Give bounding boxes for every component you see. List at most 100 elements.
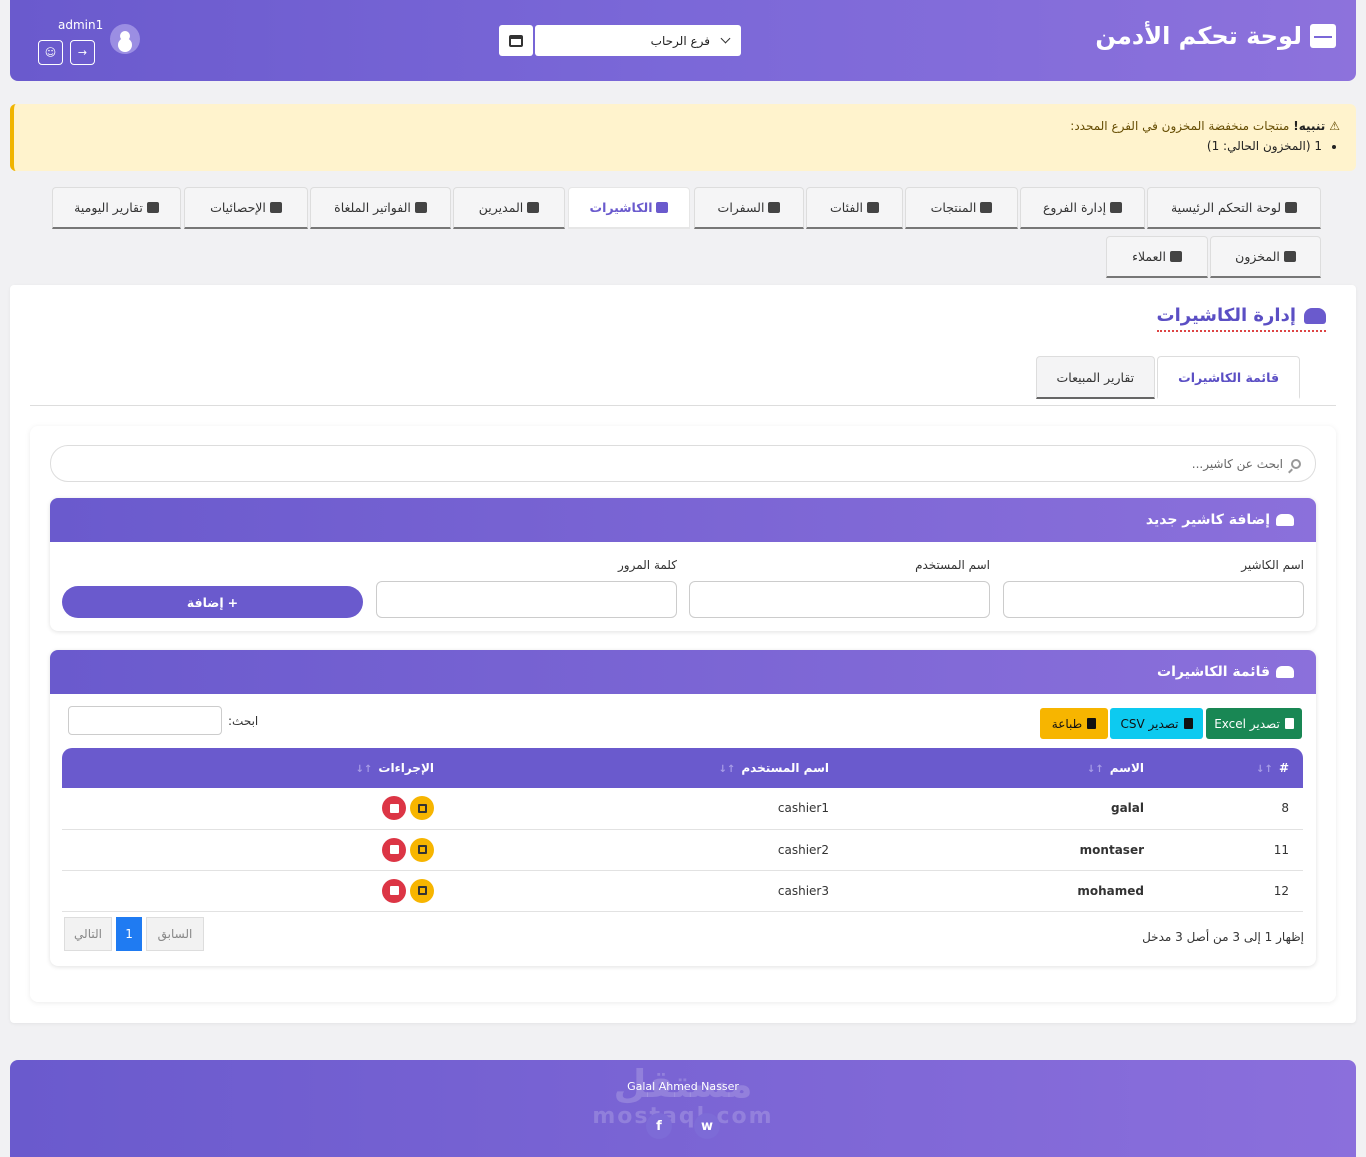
export-csv-button[interactable]: تصدير CSV [1110,708,1203,739]
tags-icon [866,202,879,213]
sub-tabs: قائمة الكاشيرات تقارير المبيعات [1035,356,1300,399]
store-button[interactable] [499,25,533,56]
col-label: الاسم [1109,761,1144,775]
col-username[interactable]: اسم المستخدم ↑↓ [448,748,843,788]
trash-icon [389,886,399,895]
profile-button[interactable]: ☺ [38,40,63,65]
alert-title: تنبيه! [1293,119,1326,133]
sort-icon: ↑↓ [1086,764,1104,775]
print-button[interactable]: طباعة [1040,708,1108,739]
add-button[interactable]: + إضافة [62,586,363,618]
file-icon [146,202,159,213]
sort-icon: ↑↓ [1256,764,1273,775]
whatsapp-icon[interactable]: w [694,1113,720,1139]
edit-button[interactable] [410,878,434,903]
tab-label: الكاشيرات [589,200,653,215]
username-field[interactable] [689,581,990,618]
edit-button[interactable] [410,837,434,862]
col-label: # [1278,761,1289,775]
col-id[interactable]: # ↑↓ [1158,748,1303,788]
col-name[interactable]: الاسم ↑↓ [843,748,1158,788]
footer-author: Galal Ahmed Nasser [627,1080,739,1093]
cashier-list-title: قائمة الكاشيرات [1157,664,1270,680]
cell-id: 11 [1273,842,1289,857]
top-header: لوحة تحكم الأدمن فرع الرحاب admin1 → ☺ [10,0,1356,81]
branch-select[interactable]: فرع الرحاب [535,25,741,56]
trash-icon [414,202,427,213]
tab-label: الفواتير الملغاة [334,200,411,215]
subtab-sales-reports[interactable]: تقارير المبيعات [1035,356,1156,399]
pagination: السابق 1 التالي [64,917,204,951]
password-field[interactable] [376,581,677,618]
print-label: طباعة [1051,716,1083,731]
username-label: اسم المستخدم [915,558,990,572]
cell-name: montaser [1079,842,1144,857]
alert-heading: ⚠ تنبيه! منتجات منخفضة المخزون في الفرع … [30,119,1340,133]
tab-cashiers[interactable]: الكاشيرات [568,187,690,229]
next-page-button[interactable]: التالي [64,917,112,951]
subtab-cashier-list[interactable]: قائمة الكاشيرات [1157,356,1300,399]
tab-cancelled-invoices[interactable]: الفواتير الملغاة [310,187,451,229]
tab-label: إدارة الفروع [1042,200,1107,215]
alert-list: 1 (المخزون الحالي: 1) [30,139,1322,153]
tab-dashboard[interactable]: لوحة التحكم الرئيسية [1147,187,1321,229]
tab-statistics[interactable]: الإحصائيات [184,187,308,229]
low-stock-alert: ⚠ تنبيه! منتجات منخفضة المخزون في الفرع … [10,104,1356,171]
watermark-sub: mostaql.com [592,1104,774,1129]
table-search-input[interactable] [68,706,222,735]
name-field[interactable] [1003,581,1304,618]
edit-icon [417,845,427,854]
tab-inventory[interactable]: المخزون [1210,236,1321,278]
chart-pie-icon [269,202,282,213]
logout-button[interactable]: → [70,40,95,65]
table-search-label: ابحث: [228,714,259,728]
chart-line-icon [1285,202,1298,213]
sort-icon: ↑↓ [355,764,373,775]
prev-page-button[interactable]: السابق [146,917,204,951]
cell-username: cashier3 [777,883,829,898]
facebook-icon[interactable]: f [646,1113,672,1139]
password-label: كلمة المرور [617,558,677,572]
tab-customers[interactable]: العملاء [1106,236,1208,278]
cell-id: 12 [1273,883,1289,898]
pagination-info: إظهار 1 إلى 3 من أصل 3 مدخل [1142,930,1304,944]
sort-icon: ↑↓ [718,764,736,775]
users-icon [1304,307,1326,324]
app-title: لوحة تحكم الأدمن [1095,22,1302,50]
tab-categories[interactable]: الفئات [806,187,903,229]
export-excel-button[interactable]: تصدير Excel [1206,708,1302,739]
tab-daily-reports[interactable]: تقارير اليومية [52,187,181,229]
cell-name: galal [1110,801,1144,816]
col-actions[interactable]: الإجراءات ↑↓ [62,748,448,788]
warehouse-icon [1283,251,1296,262]
tab-label: الإحصائيات [210,200,266,215]
export-csv-label: تصدير CSV [1120,716,1179,731]
plus-icon: + [227,594,239,610]
cashier-search[interactable]: ابحث عن كاشير... [50,445,1316,482]
edit-button[interactable] [410,796,434,821]
warning-icon: ⚠ [1329,119,1340,133]
cashier-list-box: قائمة الكاشيرات تصدير Excel تصدير CSV طب… [50,650,1316,966]
tab-products[interactable]: المنتجات [905,187,1018,229]
delete-button[interactable] [382,878,406,903]
export-excel-label: تصدير Excel [1214,716,1280,731]
user-edit-icon: ☺ [44,46,57,59]
logout-icon: → [77,46,88,59]
app-brand: لوحة تحكم الأدمن [1095,22,1336,50]
tab-tables[interactable]: السفرات [694,187,804,229]
tab-label: المديرين [478,200,524,215]
page-1-button[interactable]: 1 [116,917,142,951]
tab-managers[interactable]: المديرين [453,187,565,229]
tab-branches[interactable]: إدارة الفروع [1020,187,1145,229]
avatar[interactable] [110,24,140,54]
delete-button[interactable] [382,837,406,862]
col-label: الإجراءات [378,761,434,775]
boxes-icon [980,202,993,213]
store-icon [1110,202,1123,213]
user-icon [120,31,130,41]
delete-button[interactable] [382,796,406,821]
col-label: اسم المستخدم [741,761,829,775]
table-row: 11 montaser cashier2 [62,829,1303,870]
tab-label: لوحة التحكم الرئيسية [1170,200,1282,215]
table-row: 12 mohamed cashier3 [62,870,1303,911]
